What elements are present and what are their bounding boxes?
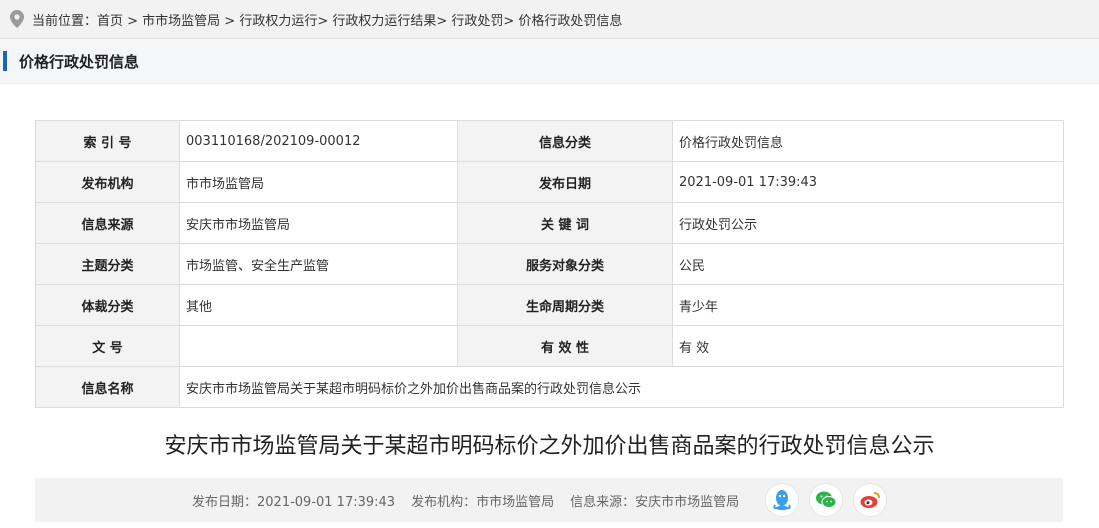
value-publisher: 市市场监管局 (179, 161, 458, 203)
table-row: 发布机构 市市场监管局 发布日期 2021-09-01 17:39:43 (35, 161, 1064, 203)
label-validity: 有 效 性 (457, 325, 673, 367)
article-title: 安庆市市场监管局关于某超市明码标价之外加价出售商品案的行政处罚信息公示 (164, 434, 935, 459)
share-qq-button[interactable] (765, 483, 800, 517)
value-info-name: 安庆市市场监管局关于某超市明码标价之外加价出售商品案的行政处罚信息公示 (179, 366, 1064, 408)
label-lifecycle: 生命周期分类 (457, 284, 673, 326)
wechat-icon (816, 491, 837, 508)
info-publisher: 发布机构：市市场监管局 (411, 494, 555, 510)
label-service-target: 服务对象分类 (457, 243, 673, 285)
value-publish-date: 2021-09-01 17:39:43 (672, 161, 1064, 203)
page-title: 价格行政处罚信息 (19, 52, 140, 71)
label-publish-date: 发布日期 (457, 161, 673, 203)
table-row: 主题分类 市场监管、安全生产监管 服务对象分类 公民 (35, 243, 1064, 285)
weibo-icon (860, 492, 881, 508)
value-validity: 有 效 (672, 325, 1064, 367)
label-info-category: 信息分类 (457, 120, 673, 162)
breadcrumb-prefix: 当前位置： (32, 13, 98, 29)
label-keywords: 关 键 词 (457, 202, 673, 244)
value-doc-number (179, 325, 458, 367)
value-info-source: 安庆市市场监管局 (179, 202, 458, 244)
label-index-number: 索 引 号 (35, 120, 180, 162)
location-pin-icon (10, 10, 24, 28)
article-info-bar: 发布日期：2021-09-01 17:39:43 发布机构：市市场监管局 信息来… (35, 478, 1063, 522)
value-topic-category: 市场监管、安全生产监管 (179, 243, 458, 285)
label-topic-category: 主题分类 (35, 243, 180, 285)
table-row: 索 引 号 003110168/202109-00012 信息分类 价格行政处罚… (35, 120, 1064, 162)
value-info-category: 价格行政处罚信息 (672, 120, 1064, 162)
value-lifecycle: 青少年 (672, 284, 1064, 326)
share-buttons (765, 483, 888, 517)
label-info-source: 信息来源 (35, 202, 180, 244)
breadcrumb[interactable]: 首页 > 市市场监管局 > 行政权力运行> 行政权力运行结果> 行政处罚> 价格… (97, 10, 622, 29)
section-title-bar: 价格行政处罚信息 (0, 39, 1099, 84)
value-genre: 其他 (179, 284, 458, 326)
qq-icon (773, 490, 791, 511)
share-wechat-button[interactable] (809, 483, 844, 517)
value-keywords: 行政处罚公示 (672, 202, 1064, 244)
info-publish-date: 发布日期：2021-09-01 17:39:43 (192, 494, 396, 510)
label-publisher: 发布机构 (35, 161, 180, 203)
value-service-target: 公民 (672, 243, 1064, 285)
title-accent-bar (3, 51, 7, 71)
table-row: 文 号 有 效 性 有 效 (35, 325, 1064, 367)
table-row: 信息来源 安庆市市场监管局 关 键 词 行政处罚公示 (35, 202, 1064, 244)
breadcrumb-bar: 当前位置： 首页 > 市市场监管局 > 行政权力运行> 行政权力运行结果> 行政… (0, 0, 1099, 39)
info-source: 信息来源：安庆市市场监管局 (570, 494, 740, 510)
label-doc-number: 文 号 (35, 325, 180, 367)
label-genre: 体裁分类 (35, 284, 180, 326)
table-row: 信息名称 安庆市市场监管局关于某超市明码标价之外加价出售商品案的行政处罚信息公示 (35, 366, 1064, 408)
table-row: 体裁分类 其他 生命周期分类 青少年 (35, 284, 1064, 326)
value-index-number: 003110168/202109-00012 (179, 120, 458, 162)
share-weibo-button[interactable] (853, 483, 888, 517)
label-info-name: 信息名称 (35, 366, 180, 408)
meta-table: 索 引 号 003110168/202109-00012 信息分类 价格行政处罚… (35, 120, 1064, 408)
